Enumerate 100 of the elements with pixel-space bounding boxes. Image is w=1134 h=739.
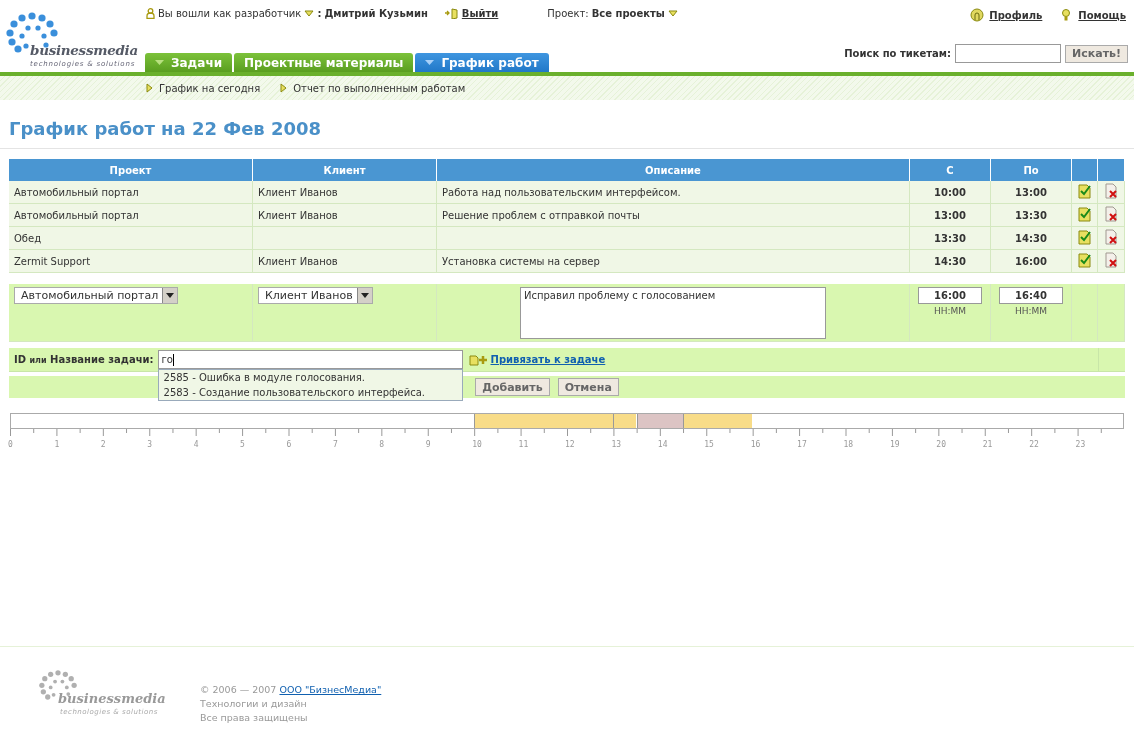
client-select[interactable]: Клиент Иванов bbox=[258, 287, 373, 304]
caret-icon[interactable] bbox=[304, 10, 315, 17]
table-cell: 14:30 bbox=[934, 255, 966, 267]
table-cell: Установка системы на сервер bbox=[442, 255, 600, 267]
hour-label: 1 bbox=[54, 440, 60, 449]
suggestion-item[interactable]: 2583 - Создание пользовательского интерфейса. bbox=[158, 385, 462, 400]
delete-icon[interactable] bbox=[1104, 229, 1118, 245]
profile-icon bbox=[970, 8, 985, 22]
caret-icon bbox=[166, 293, 175, 298]
bind-task-link[interactable]: Привязать к задаче bbox=[490, 354, 606, 365]
caret-icon bbox=[360, 293, 369, 298]
hour-label: 14 bbox=[657, 440, 668, 449]
delete-icon[interactable] bbox=[1104, 183, 1118, 199]
start-time-field[interactable]: 16:00 bbox=[918, 287, 982, 304]
hour-label: 23 bbox=[1075, 440, 1086, 449]
form-button[interactable]: Добавить bbox=[475, 378, 550, 396]
project-value[interactable]: Все проекты bbox=[591, 8, 665, 19]
caret-icon[interactable] bbox=[667, 10, 678, 17]
edit-icon[interactable] bbox=[1077, 252, 1092, 268]
project-label: Проект: bbox=[547, 8, 589, 19]
column-header: Клиент bbox=[253, 159, 437, 181]
table-cell: 13:30 bbox=[934, 232, 966, 244]
hour-label: 19 bbox=[889, 440, 900, 449]
hour-label: 7 bbox=[332, 440, 338, 449]
hour-label: 9 bbox=[425, 440, 431, 449]
table-cell: Решение проблем с отправкой почты bbox=[442, 209, 640, 221]
exit-icon bbox=[444, 8, 459, 19]
column-header: С bbox=[910, 159, 991, 181]
hour-label: 21 bbox=[982, 440, 993, 449]
hour-label: 2 bbox=[100, 440, 106, 449]
table-cell: 16:00 bbox=[1015, 255, 1047, 267]
arrow-icon bbox=[146, 83, 153, 93]
time-hint: HH:MM bbox=[1013, 306, 1049, 316]
table-cell: Автомобильный портал bbox=[14, 209, 139, 221]
arrow-icon bbox=[280, 83, 288, 93]
login-text: Вы вошли как разработчик bbox=[158, 8, 302, 19]
user-icon bbox=[146, 8, 155, 19]
edit-icon[interactable] bbox=[1077, 206, 1092, 222]
table-cell: 14:30 bbox=[1015, 232, 1047, 244]
table-cell: Клиент Иванов bbox=[258, 209, 338, 221]
edit-icon[interactable] bbox=[1077, 183, 1092, 199]
table-cell: Автомобильный портал bbox=[14, 186, 139, 198]
table-cell: Клиент Иванов bbox=[258, 255, 338, 267]
copyright-text: © 2006 — 2007 bbox=[200, 684, 277, 695]
search-label: Поиск по тикетам: bbox=[844, 48, 952, 59]
hour-label: 16 bbox=[750, 440, 761, 449]
table-cell: 13:30 bbox=[1015, 209, 1047, 221]
hour-label: 13 bbox=[611, 440, 622, 449]
hour-label: 12 bbox=[565, 440, 575, 449]
hour-label: 3 bbox=[147, 440, 153, 449]
logo-name: businessmedia bbox=[30, 42, 138, 58]
hour-label: 22 bbox=[1029, 440, 1039, 449]
column-header: По bbox=[991, 159, 1072, 181]
hour-label: 20 bbox=[936, 440, 946, 449]
table-cell: Обед bbox=[14, 232, 42, 244]
table-cell: 13:00 bbox=[934, 209, 966, 221]
header-link[interactable]: Помощь bbox=[1078, 9, 1126, 21]
table-cell: 13:00 bbox=[1015, 186, 1047, 198]
column-header: Описание bbox=[437, 159, 910, 181]
search-field[interactable] bbox=[955, 44, 1062, 63]
separator-text: : bbox=[317, 8, 322, 19]
footer-text: Технологии и дизайн bbox=[200, 697, 308, 711]
delete-icon[interactable] bbox=[1104, 206, 1118, 222]
end-time-field[interactable]: 16:40 bbox=[999, 287, 1063, 304]
suggestion-item[interactable]: 2585 - Ошибка в модуле голосования. bbox=[158, 370, 462, 385]
hour-label: 0 bbox=[8, 440, 13, 449]
delete-icon[interactable] bbox=[1104, 252, 1118, 268]
logout-link[interactable]: Выйти bbox=[461, 8, 499, 19]
search-button[interactable]: Искать! bbox=[1065, 44, 1128, 63]
task-field[interactable]: го bbox=[157, 350, 463, 369]
table-cell: Работа над пользовательским интерфейсом. bbox=[442, 186, 681, 198]
description-field[interactable]: Исправил проблему с голосованием bbox=[520, 287, 826, 339]
hour-label: 17 bbox=[797, 440, 807, 449]
subnav-link[interactable]: График на сегодня bbox=[159, 82, 261, 94]
hour-label: 11 bbox=[518, 440, 529, 449]
hour-label: 15 bbox=[704, 440, 714, 449]
hour-label: 6 bbox=[286, 440, 292, 449]
add-document-icon bbox=[468, 353, 487, 366]
edit-icon[interactable] bbox=[1077, 229, 1092, 245]
task-label: ID или Название задачи: bbox=[14, 354, 154, 365]
table-cell: Zermit Support bbox=[14, 255, 91, 267]
header-link[interactable]: Профиль bbox=[989, 9, 1043, 21]
subnav-link[interactable]: Отчет по выполненным работам bbox=[293, 82, 466, 94]
user-name: Дмитрий Кузьмин bbox=[324, 8, 428, 19]
form-button[interactable]: Отмена bbox=[557, 378, 619, 396]
hour-label: 18 bbox=[843, 440, 854, 449]
footer-text: Все права защищены bbox=[200, 711, 309, 725]
table-cell: Клиент Иванов bbox=[258, 186, 338, 198]
hour-label: 4 bbox=[193, 440, 199, 449]
company-link[interactable]: ООО "БизнесМедиа" bbox=[279, 684, 382, 695]
hour-label: 10 bbox=[472, 440, 482, 449]
project-select[interactable]: Автомобильный портал bbox=[14, 287, 179, 304]
logo-name: businessmedia bbox=[58, 691, 166, 706]
table-cell: 10:00 bbox=[934, 186, 966, 198]
column-header: Проект bbox=[9, 159, 253, 181]
hour-label: 5 bbox=[240, 440, 245, 449]
time-hint: HH:MM bbox=[932, 306, 968, 316]
nav-tab[interactable]: График работ bbox=[415, 53, 549, 72]
hour-label: 8 bbox=[379, 440, 385, 449]
page-title: График работ на 22 Фев 2008 bbox=[9, 118, 323, 141]
